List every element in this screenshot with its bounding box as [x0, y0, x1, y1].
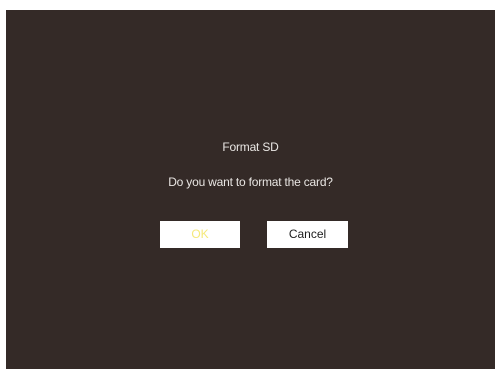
ok-button[interactable]: OK	[160, 221, 240, 248]
cancel-button[interactable]: Cancel	[267, 221, 348, 248]
dialog-message: Do you want to format the card?	[168, 175, 333, 189]
dialog-title: Format SD	[222, 140, 279, 154]
camera-screen: Format SD Do you want to format the card…	[6, 10, 495, 369]
